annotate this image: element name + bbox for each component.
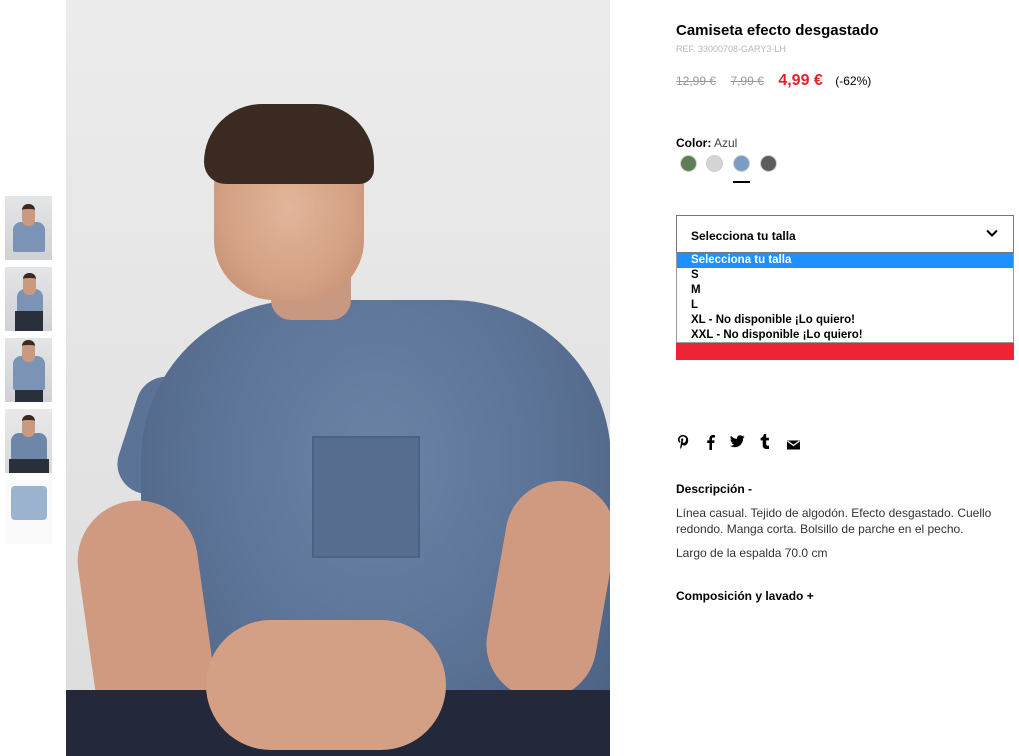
- price-previous: 7,99 €: [730, 74, 764, 88]
- product-reference: REF. 33000708-GARY3-LH: [676, 44, 786, 54]
- description-text: Línea casual. Tejido de algodón. Efecto …: [676, 506, 992, 536]
- product-main-image: [66, 0, 610, 756]
- color-label: Color: Azul: [676, 136, 738, 150]
- size-option[interactable]: XL - No disponible ¡Lo quiero!: [677, 313, 1013, 328]
- pinterest-icon[interactable]: [677, 434, 689, 455]
- color-value: Azul: [714, 136, 738, 150]
- tumblr-icon[interactable]: [760, 434, 770, 454]
- color-swatch-light-grey[interactable]: [706, 155, 723, 172]
- color-swatch-dark-grey[interactable]: [760, 155, 777, 172]
- mail-icon[interactable]: [787, 437, 800, 455]
- chevron-down-icon: [986, 229, 998, 237]
- size-select[interactable]: Selecciona tu talla: [676, 215, 1014, 253]
- price-block: 12,99 € 7,99 € 4,99 € (-62%): [676, 72, 871, 90]
- size-option[interactable]: XXL - No disponible ¡Lo quiero!: [677, 328, 1013, 343]
- thumbnail-4[interactable]: [5, 409, 52, 473]
- thumbnail-5[interactable]: [5, 480, 52, 544]
- size-select-label: Selecciona tu talla: [691, 229, 796, 243]
- twitter-icon[interactable]: [730, 434, 745, 453]
- color-swatch-green[interactable]: [680, 155, 697, 172]
- size-option[interactable]: Selecciona tu talla: [677, 253, 1013, 268]
- size-option[interactable]: S: [677, 268, 1013, 283]
- thumbnail-gallery: [5, 196, 52, 551]
- description-heading[interactable]: Descripción -: [676, 482, 752, 496]
- price-current: 4,99 €: [778, 72, 823, 89]
- composition-heading[interactable]: Composición y lavado +: [676, 589, 814, 603]
- color-swatch-blue[interactable]: [733, 155, 750, 183]
- thumbnail-1[interactable]: [5, 196, 52, 260]
- thumbnail-2[interactable]: [5, 267, 52, 331]
- product-title: Camiseta efecto desgastado: [676, 22, 879, 39]
- thumbnail-3[interactable]: [5, 338, 52, 402]
- size-options-list: Selecciona tu talla S M L XL - No dispon…: [676, 253, 1014, 343]
- back-length-text: Largo de la espalda 70.0 cm: [676, 546, 828, 560]
- facebook-icon[interactable]: [706, 434, 715, 455]
- size-option[interactable]: L: [677, 298, 1013, 313]
- price-original: 12,99 €: [676, 74, 717, 88]
- discount-badge: (-62%): [835, 74, 872, 88]
- size-option[interactable]: M: [677, 283, 1013, 298]
